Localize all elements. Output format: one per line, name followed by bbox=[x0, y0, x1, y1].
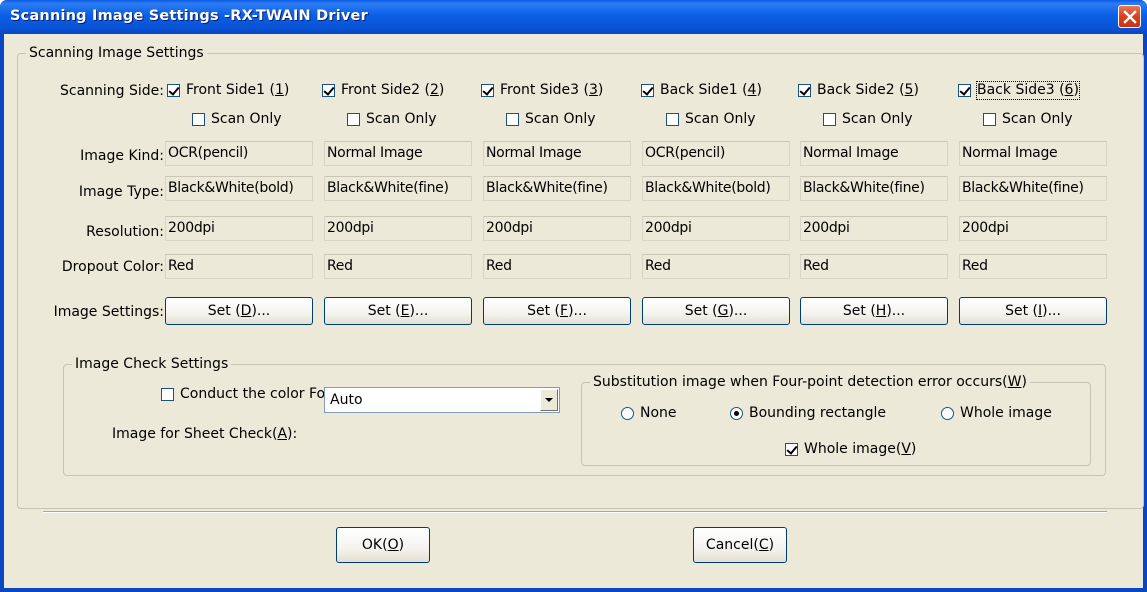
scan-only-checkbox-3[interactable] bbox=[506, 113, 519, 126]
set-button-1[interactable]: Set (D)... bbox=[165, 297, 313, 325]
scan-only-checkbox-6[interactable] bbox=[983, 113, 996, 126]
scan-only-label: Scan Only bbox=[1002, 111, 1073, 127]
radio-bounding-label: Bounding rectangle bbox=[749, 405, 886, 421]
image-check-label: Image Check Settings bbox=[72, 356, 232, 372]
substitution-label: Substitution image when Four-point detec… bbox=[590, 374, 1030, 390]
radio-whole-image[interactable] bbox=[941, 407, 954, 420]
side-checkbox-label: Back Side2 (5) bbox=[817, 82, 919, 98]
label-image-settings: Image Settings: bbox=[53, 304, 164, 320]
scan-only-label: Scan Only bbox=[685, 111, 756, 127]
separator-line bbox=[43, 511, 1107, 513]
dialog-client: Scanning Image Settings Scanning Side: I… bbox=[4, 34, 1144, 588]
radio-none[interactable] bbox=[621, 407, 634, 420]
scan-only-label: Scan Only bbox=[366, 111, 437, 127]
image-kind-field-6: Normal Image bbox=[959, 141, 1107, 166]
side-checkbox-label: Back Side1 (4) bbox=[660, 82, 762, 98]
set-button-4[interactable]: Set (G)... bbox=[642, 297, 790, 325]
whole-image-label: Whole image(V) bbox=[804, 441, 917, 457]
set-button-2[interactable]: Set (E)... bbox=[324, 297, 472, 325]
color-detection-checkbox[interactable] bbox=[161, 388, 174, 401]
dropout-field-3: Red bbox=[483, 254, 631, 279]
resolution-field-6: 200dpi bbox=[959, 216, 1107, 241]
set-button-6[interactable]: Set (I)... bbox=[959, 297, 1107, 325]
side-checkbox-2[interactable] bbox=[322, 84, 335, 97]
scan-only-label: Scan Only bbox=[842, 111, 913, 127]
side-checkbox-1[interactable] bbox=[167, 84, 180, 97]
cancel-button[interactable]: Cancel(C) bbox=[693, 527, 787, 563]
radio-none-label: None bbox=[640, 405, 677, 421]
image-kind-field-2: Normal Image bbox=[324, 141, 472, 166]
whole-image-checkbox[interactable] bbox=[785, 443, 798, 456]
image-kind-field-4: OCR(pencil) bbox=[642, 141, 790, 166]
radio-whole-label: Whole image bbox=[960, 405, 1052, 421]
side-checkbox-6[interactable] bbox=[958, 84, 971, 97]
image-type-field-3: Black&White(fine) bbox=[483, 176, 631, 201]
dropout-field-2: Red bbox=[324, 254, 472, 279]
title-bar[interactable]: Scanning Image Settings -RX-TWAIN Driver bbox=[0, 0, 1147, 34]
close-button[interactable] bbox=[1118, 5, 1141, 28]
dropout-field-6: Red bbox=[959, 254, 1107, 279]
scan-only-checkbox-1[interactable] bbox=[192, 113, 205, 126]
resolution-field-1: 200dpi bbox=[165, 216, 313, 241]
scan-only-label: Scan Only bbox=[525, 111, 596, 127]
side-checkbox-label: Back Side3 (6) bbox=[976, 81, 1080, 100]
image-kind-field-1: OCR(pencil) bbox=[165, 141, 313, 166]
dropdown-arrow-icon[interactable] bbox=[540, 389, 558, 411]
close-icon bbox=[1123, 10, 1137, 24]
label-image-type: Image Type: bbox=[78, 184, 164, 200]
dialog-window: Scanning Image Settings -RX-TWAIN Driver… bbox=[0, 0, 1147, 592]
dropout-field-4: Red bbox=[642, 254, 790, 279]
resolution-field-3: 200dpi bbox=[483, 216, 631, 241]
side-checkbox-5[interactable] bbox=[798, 84, 811, 97]
window-title: Scanning Image Settings -RX-TWAIN Driver bbox=[10, 8, 368, 24]
image-type-field-5: Black&White(fine) bbox=[800, 176, 948, 201]
resolution-field-2: 200dpi bbox=[324, 216, 472, 241]
image-kind-field-3: Normal Image bbox=[483, 141, 631, 166]
resolution-field-5: 200dpi bbox=[800, 216, 948, 241]
label-scanning-side: Scanning Side: bbox=[59, 83, 164, 99]
frame-bottom bbox=[0, 588, 1147, 592]
scan-only-label: Scan Only bbox=[211, 111, 282, 127]
image-type-field-1: Black&White(bold) bbox=[165, 176, 313, 201]
sheet-check-value: Auto bbox=[330, 392, 363, 408]
sheet-check-select[interactable]: Auto bbox=[324, 387, 560, 413]
set-button-5[interactable]: Set (H)... bbox=[800, 297, 948, 325]
side-checkbox-label: Front Side2 (2) bbox=[341, 82, 445, 98]
image-type-field-4: Black&White(bold) bbox=[642, 176, 790, 201]
scan-only-checkbox-4[interactable] bbox=[666, 113, 679, 126]
side-checkbox-label: Front Side3 (3) bbox=[500, 82, 604, 98]
dropout-field-1: Red bbox=[165, 254, 313, 279]
scanning-settings-label: Scanning Image Settings bbox=[26, 45, 207, 61]
set-button-3[interactable]: Set (F)... bbox=[483, 297, 631, 325]
label-image-kind: Image Kind: bbox=[80, 148, 164, 164]
resolution-field-4: 200dpi bbox=[642, 216, 790, 241]
side-checkbox-3[interactable] bbox=[481, 84, 494, 97]
image-type-field-2: Black&White(fine) bbox=[324, 176, 472, 201]
label-dropout-color: Dropout Color: bbox=[61, 259, 164, 275]
radio-bounding-rectangle[interactable] bbox=[730, 407, 743, 420]
image-kind-field-5: Normal Image bbox=[800, 141, 948, 166]
scan-only-checkbox-5[interactable] bbox=[823, 113, 836, 126]
sheet-check-label: Image for Sheet Check(A): bbox=[112, 426, 298, 442]
label-resolution: Resolution: bbox=[86, 224, 164, 240]
scan-only-checkbox-2[interactable] bbox=[347, 113, 360, 126]
side-checkbox-4[interactable] bbox=[641, 84, 654, 97]
ok-button[interactable]: OK(O) bbox=[336, 527, 430, 563]
image-type-field-6: Black&White(fine) bbox=[959, 176, 1107, 201]
dropout-field-5: Red bbox=[800, 254, 948, 279]
side-checkbox-label: Front Side1 (1) bbox=[186, 82, 290, 98]
